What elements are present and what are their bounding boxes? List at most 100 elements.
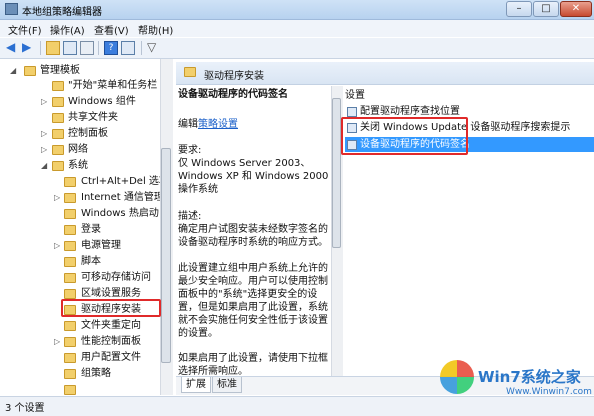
folder-icon — [52, 129, 64, 139]
folder-icon — [52, 161, 64, 171]
description-text: 就不会实施任何安全性低于该设置 — [178, 315, 328, 326]
tree-item[interactable]: ▷ Windows 组件 — [0, 94, 160, 110]
maximize-button[interactable]: □ — [533, 1, 559, 17]
expand-icon[interactable]: ▷ — [41, 142, 47, 158]
tree-item-label: Internet 通信管理 — [81, 192, 164, 203]
tree-item-label: 系统 — [68, 160, 88, 171]
folder-icon — [52, 113, 64, 123]
tree-item[interactable]: "开始"菜单和任务栏 — [0, 78, 160, 94]
navigation-tree: ◢ 管理模板 "开始"菜单和任务栏 ▷ Windows 组件 共享文件夹 ▷ 控… — [0, 59, 173, 395]
folder-icon — [64, 337, 76, 347]
tree-item-label: 控制面板 — [68, 128, 108, 139]
description-scrollbar-thumb[interactable] — [332, 98, 341, 248]
tree-item[interactable]: ▷ 网络 — [0, 142, 160, 158]
policy-title: 设备驱动程序的代码签名 — [178, 89, 288, 100]
tree-item[interactable]: Ctrl+Alt+Del 选项 — [0, 174, 169, 190]
close-button[interactable]: ✕ — [560, 1, 592, 17]
tree-item-label: 用户配置文件 — [81, 352, 141, 363]
folder-icon — [52, 145, 64, 155]
window-title: 本地组策略编辑器 — [22, 7, 102, 18]
tree-item[interactable]: ▷ 电源管理 — [0, 238, 160, 254]
requirements-text: Windows XP 和 Windows 2000 — [178, 171, 328, 182]
tree-item[interactable]: ◢ 系统 — [0, 158, 160, 174]
tree-item[interactable]: ▷ 性能控制面板 — [0, 334, 160, 350]
folder-icon — [64, 385, 76, 395]
menu-file[interactable]: 文件(F) — [8, 22, 42, 37]
tree-item[interactable]: ▷ Internet 通信管理 — [0, 190, 164, 206]
tree-item[interactable]: 登录 — [0, 222, 160, 238]
tree-item[interactable]: 用户配置文件 — [0, 350, 160, 366]
folder-icon — [52, 81, 64, 91]
expand-icon[interactable]: ▷ — [54, 238, 60, 254]
tree-item-label: 管理模板 — [40, 65, 80, 76]
export-list-icon[interactable] — [121, 41, 135, 55]
folder-icon — [52, 97, 64, 107]
tree-item[interactable]: 共享文件夹 — [0, 110, 160, 126]
tree-item-label: "开始"菜单和任务栏 — [68, 80, 158, 91]
tree-item[interactable]: 文件夹重定向 — [0, 318, 160, 334]
expand-icon[interactable]: ▷ — [41, 94, 47, 110]
requirements-text: 操作系统 — [178, 184, 218, 195]
requirements-text: 仅 Windows Server 2003、 — [178, 158, 311, 169]
description-text: 面板中的"系统"选择更安全的设 — [178, 289, 318, 300]
toolbar-separator — [141, 41, 142, 55]
show-tree-icon[interactable] — [63, 41, 77, 55]
status-bar — [0, 396, 594, 416]
description-text: 确定用户试图安装未经数字签名的 — [178, 224, 328, 235]
properties-icon[interactable] — [80, 41, 94, 55]
tab-extended[interactable]: 扩展 — [181, 377, 211, 393]
description-text: 选择所需响应。 — [178, 366, 248, 376]
up-folder-icon[interactable] — [46, 41, 60, 55]
collapse-icon[interactable]: ◢ — [10, 63, 16, 79]
minimize-button[interactable]: – — [506, 1, 532, 17]
description-label: 描述: — [178, 211, 202, 222]
filter-icon[interactable]: ▽ — [147, 41, 161, 55]
description-panel: 设备驱动程序的代码签名 编辑策略设置 要求: 仅 Windows Server … — [178, 86, 328, 376]
forward-icon[interactable]: ▶ — [22, 41, 36, 55]
description-text: 此设置建立组中用户系统上允许的 — [178, 263, 328, 274]
back-icon[interactable]: ◀ — [6, 41, 20, 55]
tree-item[interactable]: ◢ 管理模板 — [0, 63, 160, 79]
collapse-icon[interactable]: ◢ — [41, 158, 47, 174]
menu-help[interactable]: 帮助(H) — [138, 22, 173, 37]
highlight-box — [341, 117, 468, 155]
menu-action[interactable]: 操作(A) — [50, 22, 85, 37]
folder-icon — [64, 321, 76, 331]
tree-item[interactable]: 脚本 — [0, 254, 160, 270]
tree-item[interactable] — [0, 382, 160, 395]
description-text: 如果启用了此设置，请使用下拉框 — [178, 353, 328, 364]
app-icon — [5, 3, 18, 15]
edit-prefix: 编辑 — [178, 119, 198, 130]
tree-item[interactable]: ▷ 控制面板 — [0, 126, 160, 142]
folder-icon — [24, 66, 36, 76]
folder-icon — [64, 193, 76, 203]
tree-item[interactable]: Windows 热启动 — [0, 206, 160, 222]
tree-item-label: 电源管理 — [81, 240, 121, 251]
expand-icon[interactable]: ▷ — [41, 126, 47, 142]
tree-item-label: 网络 — [68, 144, 88, 155]
folder-icon — [64, 273, 76, 283]
help-icon[interactable]: ? — [104, 41, 118, 55]
folder-icon — [64, 257, 76, 267]
requirements-label: 要求: — [178, 145, 202, 156]
folder-icon — [64, 289, 76, 299]
edit-policy-link[interactable]: 策略设置 — [198, 119, 238, 130]
settings-column-header[interactable]: 设置 — [345, 86, 594, 101]
description-text: 最少安全响应。用户可以使用控制 — [178, 276, 328, 287]
highlight-box — [61, 299, 161, 317]
description-text: 设备驱动程序时系统的响应方式。 — [178, 237, 328, 248]
tree-scrollbar-thumb[interactable] — [161, 148, 171, 363]
tab-standard[interactable]: 标准 — [212, 377, 242, 393]
pane-header-title: 驱动程序安装 — [204, 71, 264, 82]
description-text: 的设置。 — [178, 328, 218, 339]
tree-item[interactable]: 可移动存储访问 — [0, 270, 160, 286]
expand-icon[interactable]: ▷ — [54, 190, 60, 206]
toolbar-separator — [40, 41, 41, 55]
expand-icon[interactable]: ▷ — [54, 334, 60, 350]
policy-icon — [347, 107, 357, 117]
tree-item[interactable]: 组策略 — [0, 366, 160, 382]
folder-icon — [64, 369, 76, 379]
folder-icon — [64, 177, 76, 187]
menu-view[interactable]: 查看(V) — [94, 22, 129, 37]
watermark-logo: Win7系统之家 — [478, 368, 581, 386]
